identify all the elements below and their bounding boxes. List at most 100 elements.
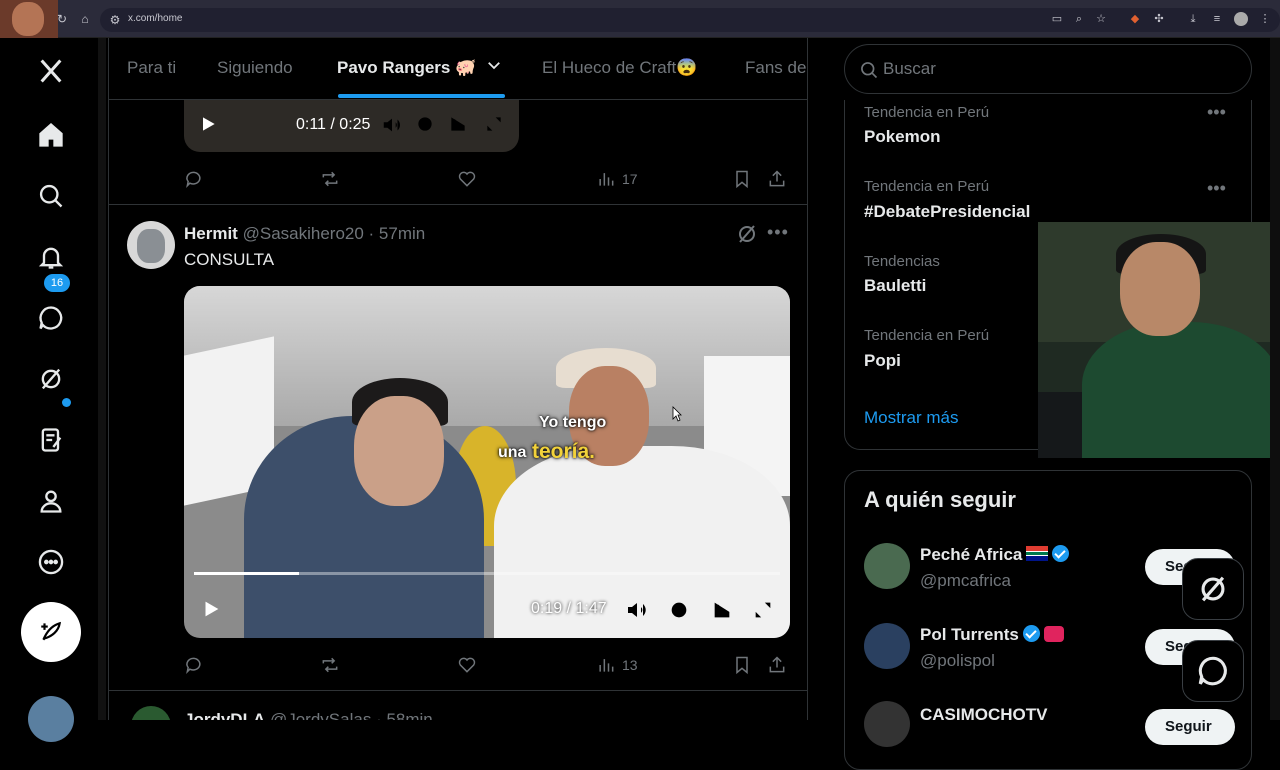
profile-icon[interactable]	[34, 484, 68, 518]
grok-icon[interactable]	[34, 362, 68, 396]
fullscreen-icon[interactable]	[752, 599, 774, 621]
show-more-link[interactable]: Mostrar más	[864, 408, 958, 428]
tweet-text: CONSULTA	[184, 250, 275, 269]
play-icon[interactable]	[200, 598, 222, 620]
volume-icon[interactable]	[625, 598, 649, 622]
repost-button[interactable]	[320, 654, 340, 676]
bookmark-button[interactable]	[732, 654, 752, 676]
compose-post-button[interactable]	[21, 602, 81, 662]
settings-gear-icon[interactable]	[668, 599, 690, 621]
profile-avatar-icon[interactable]	[1234, 12, 1248, 26]
extensions-puzzle-icon[interactable]: ✣	[1152, 12, 1166, 26]
search-input[interactable]: Buscar	[844, 44, 1252, 94]
bookmark-star-icon[interactable]: ☆	[1094, 12, 1108, 26]
messages-icon[interactable]	[34, 301, 68, 335]
trend-item[interactable]: Bauletti	[864, 276, 926, 296]
tab-siguiendo[interactable]: Siguiendo	[217, 58, 293, 78]
grok-floating-button[interactable]	[1182, 558, 1244, 620]
zoom-icon[interactable]: ⌕	[1072, 12, 1086, 26]
video-progress-bar[interactable]	[194, 572, 780, 575]
views-button[interactable]: 13	[596, 654, 638, 676]
x-logo-icon[interactable]	[34, 54, 68, 88]
left-scrollbar[interactable]	[98, 38, 106, 720]
trend-item[interactable]: #DebatePresidencial	[864, 202, 1030, 222]
extension-icon[interactable]: ◆	[1128, 12, 1142, 26]
who-to-follow-panel: A quién seguir Peché Africa @pmcafrica S…	[844, 470, 1252, 770]
tweet-time[interactable]: · 58min	[376, 710, 433, 720]
repost-icon	[322, 171, 338, 187]
follow-user-name[interactable]: CASIMOCHOTV	[920, 705, 1048, 725]
site-info-icon[interactable]: ⚙	[108, 13, 122, 27]
page-scrollbar[interactable]	[1270, 38, 1280, 720]
views-count: 17	[622, 171, 638, 187]
grok-icon	[1201, 576, 1225, 602]
share-button[interactable]	[767, 168, 787, 190]
download-icon[interactable]: ⤓	[1186, 12, 1200, 26]
author-name[interactable]: JordyDLA	[184, 710, 265, 720]
volume-icon[interactable]	[381, 114, 403, 136]
video-player[interactable]: Yo tengo una teoría. 0:19 / 1:47	[184, 286, 790, 638]
tab-el-hueco[interactable]: El Hueco de Craft😨	[542, 58, 697, 78]
home-icon[interactable]	[34, 118, 68, 152]
video-time: 0:11 / 0:25	[296, 116, 371, 133]
reply-button[interactable]	[184, 654, 204, 676]
tweet-divider	[109, 690, 807, 691]
trend-category: Tendencia en Perú	[864, 104, 990, 121]
tweet-time[interactable]: · 57min	[369, 224, 426, 243]
settings-gear-icon[interactable]	[415, 114, 435, 134]
trend-category: Tendencia en Perú	[864, 178, 990, 195]
tab-para-ti[interactable]: Para ti	[127, 58, 176, 78]
menu-kebab-icon[interactable]: ⋮	[1258, 12, 1272, 26]
avatar[interactable]	[864, 623, 910, 669]
play-icon[interactable]	[198, 114, 218, 134]
fullscreen-icon[interactable]	[484, 114, 504, 134]
more-icon[interactable]	[34, 545, 68, 579]
pip-icon[interactable]	[711, 599, 733, 621]
share-button[interactable]	[767, 654, 787, 676]
who-to-follow-title: A quién seguir	[864, 487, 1016, 512]
avatar[interactable]	[864, 543, 910, 589]
reply-icon	[186, 657, 201, 674]
like-button[interactable]	[457, 168, 477, 190]
tab-pavo-rangers[interactable]: Pavo Rangers 🐖	[337, 58, 476, 78]
home-browser-icon[interactable]: ⌂	[78, 12, 92, 26]
more-options-icon[interactable]: •••	[1207, 102, 1226, 123]
reply-button[interactable]	[184, 168, 204, 190]
pip-icon[interactable]	[448, 114, 468, 134]
trend-item[interactable]: Pokemon	[864, 127, 941, 147]
trend-item[interactable]: Popi	[864, 351, 901, 371]
media-icon[interactable]: ≡	[1210, 12, 1224, 26]
cast-icon[interactable]: ▭	[1050, 12, 1064, 26]
views-count: 13	[622, 657, 638, 673]
bookmark-button[interactable]	[732, 168, 752, 190]
messages-icon	[1198, 656, 1227, 686]
follow-user-handle: @polispol	[920, 651, 995, 670]
reload-icon[interactable]: ↻	[55, 12, 69, 26]
video-subtitle-line2b: teoría.	[532, 440, 596, 463]
author-handle[interactable]: @JordySalas	[270, 710, 371, 720]
search-icon[interactable]	[34, 179, 68, 213]
notifications-icon[interactable]	[34, 240, 68, 274]
follow-button[interactable]: Seguir	[1145, 709, 1235, 745]
repost-button[interactable]	[320, 168, 340, 190]
lists-icon[interactable]	[34, 423, 68, 457]
tab-fans-de[interactable]: Fans de	[745, 58, 806, 78]
video-player[interactable]: 0:11 / 0:25	[184, 100, 519, 152]
follow-user-name[interactable]: Peché Africa	[920, 545, 1070, 565]
follow-user-name[interactable]: Pol Turrents	[920, 625, 1064, 645]
like-button[interactable]	[457, 654, 477, 676]
chevron-down-icon[interactable]	[485, 56, 503, 79]
bookmark-icon	[736, 170, 748, 189]
more-options-icon[interactable]: •••	[1207, 178, 1226, 199]
avatar[interactable]	[131, 706, 171, 720]
messages-floating-button[interactable]	[1182, 640, 1244, 702]
avatar[interactable]	[127, 221, 175, 269]
avatar[interactable]	[864, 701, 910, 747]
grok-new-dot	[62, 398, 71, 407]
author-handle[interactable]: @Sasakihero20	[243, 224, 364, 243]
views-button[interactable]: 17	[596, 168, 638, 190]
account-avatar[interactable]	[28, 696, 74, 742]
author-name[interactable]: Hermit	[184, 224, 238, 243]
more-options-icon[interactable]: •••	[767, 222, 791, 242]
grok-icon[interactable]	[735, 222, 759, 246]
